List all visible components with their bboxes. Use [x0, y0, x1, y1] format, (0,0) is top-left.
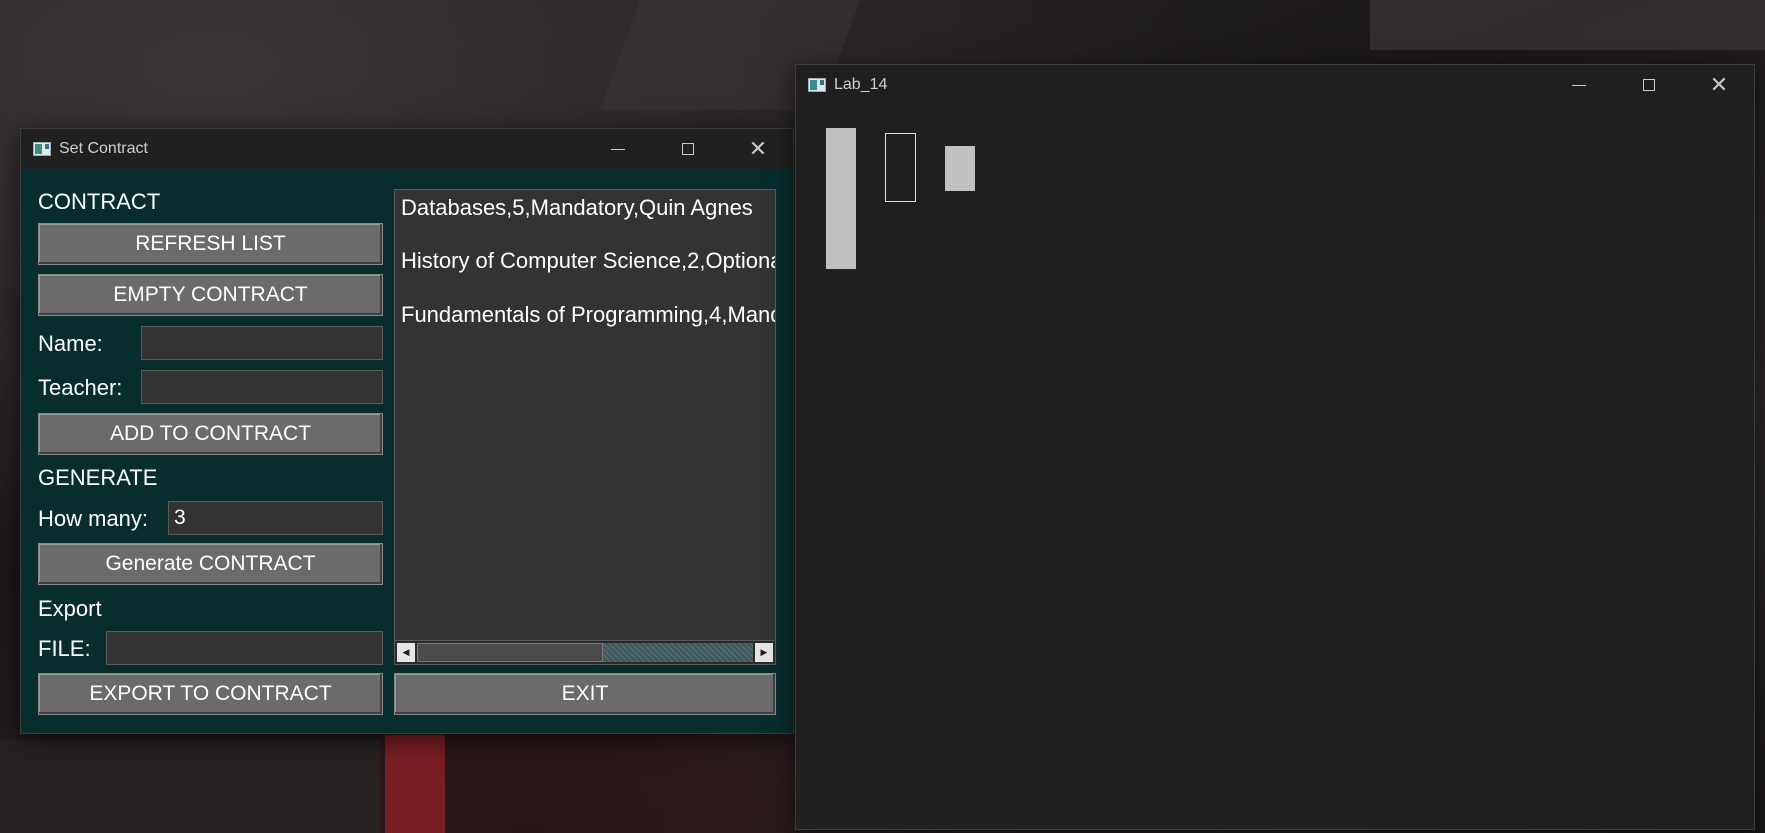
app-icon [808, 78, 826, 92]
left-arrow-icon: ◀ [402, 647, 410, 657]
close-button[interactable]: ✕ [1684, 65, 1754, 105]
name-input[interactable] [141, 326, 383, 360]
set-contract-window: Set Contract ✕ CONTRACT REFRESH LIST EMP… [20, 128, 794, 734]
generate-contract-button[interactable]: Generate CONTRACT [38, 543, 383, 585]
refresh-list-button[interactable]: REFRESH LIST [38, 223, 383, 265]
generate-heading: GENERATE [38, 465, 158, 490]
right-arrow-icon: ▶ [760, 647, 768, 657]
lab-14-titlebar[interactable]: Lab_14 ✕ [796, 65, 1754, 105]
canvas-outlined-rectangle [885, 133, 916, 202]
export-to-contract-button[interactable]: EXPORT TO CONTRACT [38, 673, 383, 715]
close-button[interactable]: ✕ [723, 129, 793, 169]
scroll-right-button[interactable]: ▶ [755, 643, 773, 662]
close-icon: ✕ [748, 136, 768, 161]
minimize-icon [611, 148, 625, 150]
name-label: Name: [38, 331, 103, 356]
scrollbar-trough[interactable] [417, 643, 753, 662]
export-heading: Export [38, 596, 102, 621]
app-icon [33, 142, 51, 156]
minimize-button[interactable] [583, 129, 653, 169]
add-to-contract-button[interactable]: ADD TO CONTRACT [38, 413, 383, 455]
lab-14-window: Lab_14 ✕ [795, 64, 1755, 830]
exit-button[interactable]: EXIT [394, 673, 776, 715]
set-contract-titlebar[interactable]: Set Contract ✕ [21, 129, 793, 169]
maximize-icon [1643, 79, 1655, 91]
minimize-button[interactable] [1544, 65, 1614, 105]
close-icon: ✕ [1709, 72, 1729, 97]
maximize-button[interactable] [1614, 65, 1684, 105]
canvas-small-filled-rectangle [945, 146, 975, 191]
list-item[interactable]: Fundamentals of Programming,4,Mandatory [401, 302, 775, 328]
contract-listbox[interactable]: Databases,5,Mandatory,Quin Agnes History… [394, 189, 776, 665]
canvas-tall-filled-rectangle [826, 128, 856, 269]
window-title: Lab_14 [834, 76, 888, 93]
window-title: Set Contract [59, 140, 148, 157]
scrollbar-thumb[interactable] [417, 643, 603, 662]
contract-heading: CONTRACT [38, 189, 161, 214]
file-input[interactable] [106, 631, 383, 665]
teacher-input[interactable] [141, 370, 383, 404]
how-many-label: How many: [38, 506, 149, 531]
how-many-input[interactable] [168, 501, 383, 535]
horizontal-scrollbar[interactable]: ◀ ▶ [395, 640, 775, 664]
minimize-icon [1572, 84, 1586, 86]
maximize-icon [682, 143, 694, 155]
maximize-button[interactable] [653, 129, 723, 169]
file-label: FILE: [38, 636, 91, 661]
list-item[interactable]: History of Computer Science,2,Optional [401, 248, 775, 274]
scroll-left-button[interactable]: ◀ [397, 643, 415, 662]
empty-contract-button[interactable]: EMPTY CONTRACT [38, 274, 383, 316]
list-item[interactable]: Databases,5,Mandatory,Quin Agnes [401, 195, 753, 221]
teacher-label: Teacher: [38, 375, 123, 400]
